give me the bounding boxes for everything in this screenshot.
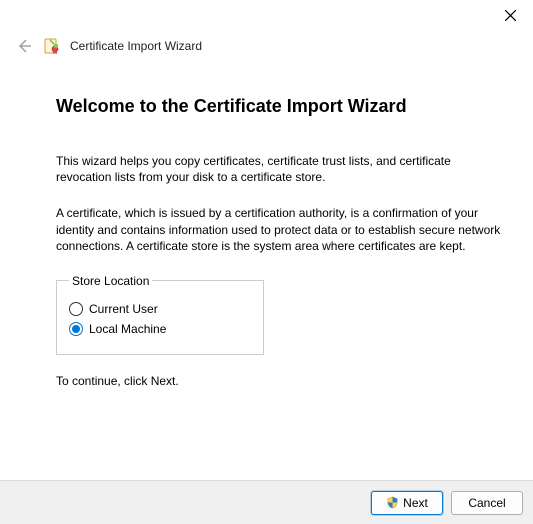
uac-shield-icon: [386, 496, 399, 509]
radio-selected-dot: [72, 325, 80, 333]
close-button[interactable]: [499, 4, 521, 26]
radio-icon: [69, 322, 83, 336]
close-icon: [505, 10, 516, 21]
back-arrow-icon: [16, 38, 32, 54]
radio-label: Current User: [89, 302, 158, 316]
wizard-window: Certificate Import Wizard Welcome to the…: [0, 0, 533, 524]
titlebar: [0, 0, 533, 30]
intro-text: This wizard helps you copy certificates,…: [56, 153, 501, 185]
radio-local-machine[interactable]: Local Machine: [69, 322, 251, 336]
footer: Next Cancel: [0, 480, 533, 524]
radio-icon: [69, 302, 83, 316]
back-button[interactable]: [14, 36, 34, 56]
next-button-label: Next: [403, 496, 428, 510]
cancel-button[interactable]: Cancel: [451, 491, 523, 515]
page-heading: Welcome to the Certificate Import Wizard: [56, 96, 501, 117]
content-area: Welcome to the Certificate Import Wizard…: [0, 66, 533, 480]
wizard-title: Certificate Import Wizard: [70, 39, 202, 53]
next-button[interactable]: Next: [371, 491, 443, 515]
store-location-group: Store Location Current User Local Machin…: [56, 274, 264, 355]
radio-current-user[interactable]: Current User: [69, 302, 251, 316]
radio-label: Local Machine: [89, 322, 166, 336]
header-row: Certificate Import Wizard: [0, 30, 533, 66]
store-location-legend: Store Location: [69, 274, 152, 288]
cancel-button-label: Cancel: [468, 496, 505, 510]
explain-text: A certificate, which is issued by a cert…: [56, 205, 501, 254]
certificate-icon: [44, 38, 60, 54]
continue-hint: To continue, click Next.: [56, 373, 501, 389]
